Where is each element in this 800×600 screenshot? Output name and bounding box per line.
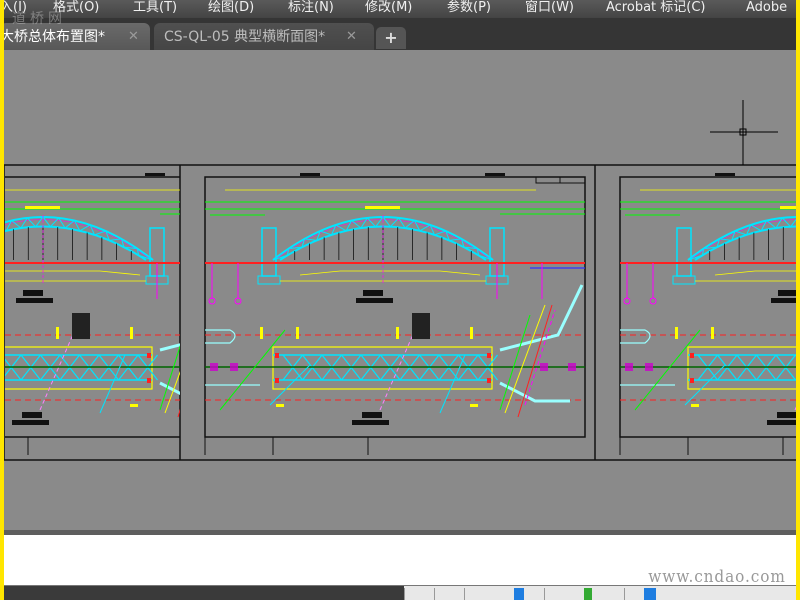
new-tab-button[interactable]: +	[376, 27, 406, 49]
menu-draw[interactable]: 绘图(D)	[208, 0, 254, 16]
menu-window[interactable]: 窗口(W)	[525, 0, 574, 16]
drawing-sheet-right	[618, 171, 796, 457]
menu-dimension[interactable]: 标注(N)	[288, 0, 334, 16]
status-bar	[4, 585, 796, 600]
tab-label: 大桥总体布置图*	[4, 29, 105, 45]
menu-acrobat-markup[interactable]: Acrobat 标记(C)	[606, 0, 706, 16]
autocad-window: 入(I) 格式(O) 工具(T) 绘图(D) 标注(N) 修改(M) 参数(P)…	[4, 0, 796, 600]
drawing-svg	[4, 100, 796, 461]
menu-adobe[interactable]: Adobe	[746, 0, 787, 16]
drawing-canvas[interactable]	[4, 50, 796, 535]
menu-bar: 入(I) 格式(O) 工具(T) 绘图(D) 标注(N) 修改(M) 参数(P)…	[4, 0, 796, 18]
tab-label: CS-QL-05 典型横断面图*	[164, 29, 326, 45]
status-ortho-icon[interactable]	[514, 588, 524, 600]
tab-typical-cross-section[interactable]: CS-QL-05 典型横断面图* ✕	[154, 23, 374, 50]
watermark-logo: 道桥网	[12, 11, 66, 27]
menu-tools[interactable]: 工具(T)	[133, 0, 177, 16]
drawing-sheet-center	[203, 171, 587, 457]
menu-parametric[interactable]: 参数(P)	[447, 0, 491, 16]
status-osnap-icon[interactable]	[584, 588, 592, 600]
status-grid-button[interactable]	[434, 588, 435, 600]
crosshair-cursor	[710, 100, 778, 165]
menu-modify[interactable]: 修改(M)	[365, 0, 412, 16]
status-snap-button[interactable]	[464, 588, 465, 600]
status-lineweight-button[interactable]	[624, 588, 625, 600]
status-selection-icon[interactable]	[644, 588, 656, 600]
drawing-sheet-left	[5, 171, 180, 457]
watermark-url: www.cndao.com	[648, 567, 786, 587]
close-icon[interactable]: ✕	[128, 23, 139, 51]
status-model-button[interactable]	[404, 588, 405, 600]
status-toolbar	[404, 586, 796, 600]
close-icon[interactable]: ✕	[346, 23, 357, 51]
status-polar-button[interactable]	[544, 588, 545, 600]
